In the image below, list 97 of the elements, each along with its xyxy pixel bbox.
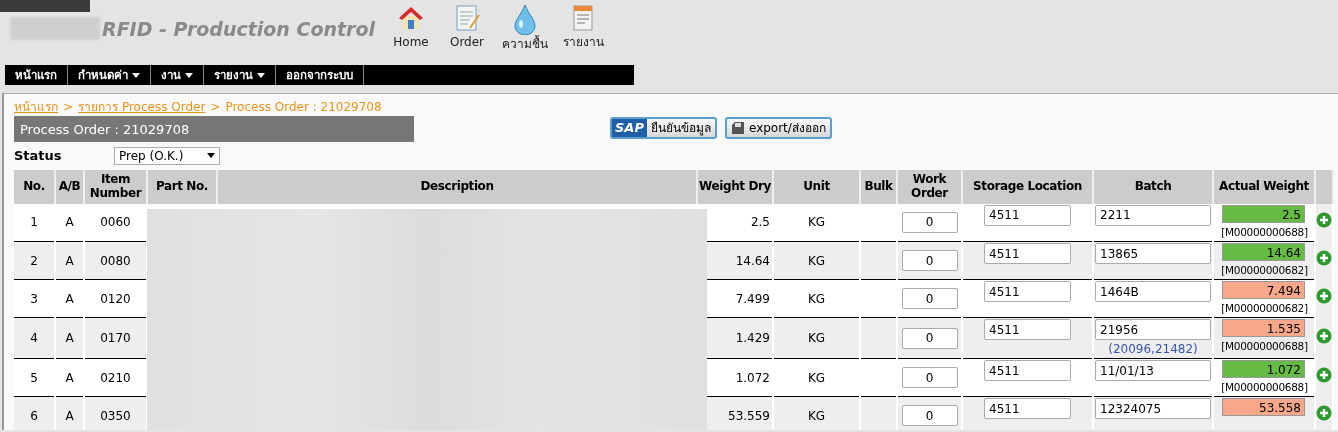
table-cell: A	[65, 331, 74, 345]
storage-location-input[interactable]: 4511	[984, 360, 1071, 381]
add-icon[interactable]	[1316, 212, 1332, 228]
menu-item[interactable]: งาน	[151, 65, 204, 85]
breadcrumb-current: Process Order : 21029708	[225, 99, 382, 116]
row-number: 1	[30, 215, 38, 230]
material-code: [M00000000688]	[1220, 380, 1308, 395]
table-cell: 2.5	[750, 215, 770, 230]
table-cell: KG	[807, 215, 826, 230]
material-code: [M00000000682]	[1220, 301, 1308, 316]
column-header: A/B	[55, 169, 84, 204]
add-icon[interactable]	[1316, 327, 1332, 344]
confirm-button[interactable]: SAP ยืนยันข้อมูล	[610, 117, 717, 139]
table-cell: 7.499	[735, 291, 770, 306]
batch-input[interactable]: 12324075	[1095, 398, 1211, 419]
batch-note: (20096,21482)	[1107, 341, 1199, 358]
table-cell: 0210	[100, 370, 131, 385]
table-cell: 0170	[100, 331, 131, 345]
row-number: 3	[30, 291, 38, 306]
table-cell: A	[65, 370, 74, 385]
work-order-input[interactable]: 0	[901, 367, 958, 388]
batch-input[interactable]: 21956	[1095, 319, 1211, 340]
column-header: Item Number	[84, 169, 147, 204]
work-order-input[interactable]: 0	[901, 327, 958, 349]
storage-location-input[interactable]: 4511	[984, 398, 1071, 419]
breadcrumb-separator: >	[210, 99, 221, 116]
row-number: 4	[30, 331, 38, 345]
column-header: Actual Weight	[1213, 169, 1315, 204]
breadcrumb-separator: >	[63, 99, 74, 116]
table-cell: 0120	[100, 291, 131, 306]
add-icon[interactable]	[1316, 367, 1332, 383]
add-icon[interactable]	[1316, 288, 1332, 304]
column-header: Unit	[773, 169, 860, 204]
work-order-input[interactable]: 0	[901, 211, 958, 233]
nav-link[interactable]: รายงาน	[562, 33, 604, 51]
export-button[interactable]: export/ส่งออก	[724, 117, 832, 139]
nav-link[interactable]: Order	[449, 33, 485, 51]
column-header: Description	[217, 169, 697, 204]
column-header: No.	[14, 169, 55, 204]
table-cell: KG	[807, 331, 826, 345]
column-header: Storage Location	[962, 169, 1093, 204]
status-label: Status	[14, 147, 63, 165]
status-select[interactable]: Prep (O.K.)	[114, 146, 220, 165]
batch-input[interactable]: 11/01/13	[1095, 360, 1211, 381]
table-cell: KG	[807, 370, 826, 385]
storage-location-input[interactable]: 4511	[984, 243, 1071, 264]
work-order-input[interactable]: 0	[901, 250, 958, 271]
batch-input[interactable]: 13865	[1095, 243, 1211, 264]
weight-bar: 2.5	[1222, 204, 1305, 223]
column-header: Batch	[1093, 169, 1213, 204]
material-code: [M00000000688]	[1220, 339, 1308, 354]
weight-bar: 1.072	[1222, 360, 1305, 378]
table-cell: A	[65, 215, 74, 230]
material-code: [M00000000682]	[1220, 263, 1308, 278]
row-number: 6	[30, 408, 38, 423]
menu-item[interactable]: ออกจากระบบ	[276, 65, 364, 85]
batch-input[interactable]: 2211	[1095, 204, 1211, 226]
table-cell: KG	[807, 253, 826, 268]
material-code: [M00000000688]	[1220, 224, 1308, 240]
add-icon[interactable]	[1316, 405, 1332, 421]
column-header: Work Order	[897, 169, 962, 204]
table-cell: KG	[807, 291, 826, 306]
batch-input[interactable]: 1464B	[1095, 281, 1211, 302]
storage-location-input[interactable]: 4511	[984, 281, 1071, 302]
storage-location-input[interactable]: 4511	[984, 319, 1071, 340]
weight-bar: 14.64	[1222, 243, 1305, 261]
panel-title: Process Order : 21029708	[14, 116, 414, 142]
table-cell: 0080	[100, 253, 131, 268]
table-cell: A	[65, 408, 74, 423]
work-order-input[interactable]: 0	[901, 288, 958, 309]
work-order-input[interactable]: 0	[901, 405, 958, 426]
menu-item[interactable]: หน้าแรก	[5, 65, 68, 85]
menu-item[interactable]: กำหนดค่า	[68, 65, 151, 85]
column-header: Part No.	[147, 169, 217, 204]
weight-bar: 7.494	[1222, 281, 1305, 299]
add-icon[interactable]	[1316, 250, 1332, 266]
nav-link[interactable]: Home	[393, 33, 429, 51]
menu-item[interactable]: รายงาน	[204, 65, 276, 85]
table-cell: 1.072	[735, 370, 770, 385]
storage-location-input[interactable]: 4511	[984, 204, 1071, 226]
sap-logo: SAP	[612, 119, 647, 137]
nav-link[interactable]: ความชื้น	[502, 35, 548, 53]
table-cell: 1.429	[735, 331, 770, 345]
row-number: 2	[30, 253, 38, 268]
site-title: RFID - Production Control	[102, 17, 376, 42]
column-header: Weight Dry	[697, 169, 773, 204]
table-cell: KG	[807, 408, 826, 423]
weight-bar: 53.558	[1222, 398, 1305, 416]
table-cell: 53.559	[728, 408, 770, 423]
table-cell: 0060	[100, 215, 131, 230]
column-header: Bulk	[860, 169, 897, 204]
table-cell: A	[65, 253, 74, 268]
table-cell: A	[65, 291, 74, 306]
weight-bar: 1.535	[1222, 319, 1305, 337]
table-cell: 14.64	[735, 253, 770, 268]
table-cell: 0350	[100, 408, 131, 423]
row-number: 5	[30, 370, 38, 385]
